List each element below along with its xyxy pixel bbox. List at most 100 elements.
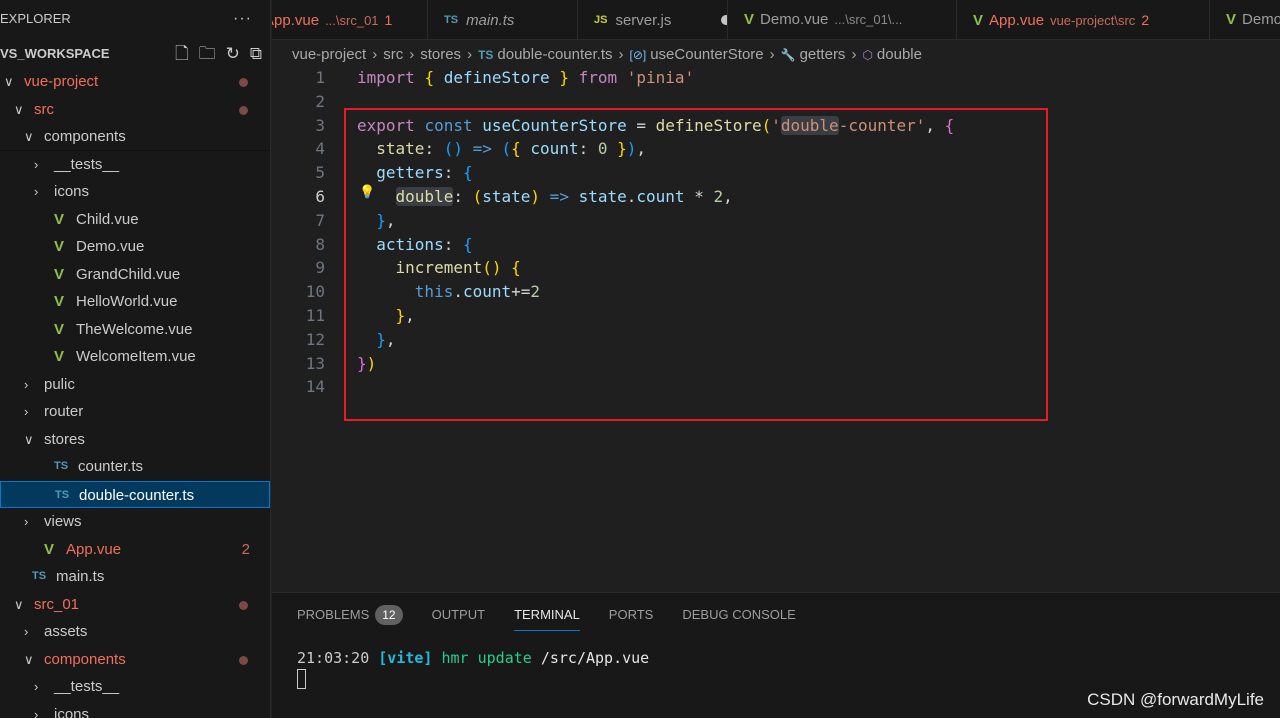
- code-editor[interactable]: 1 import { defineStore } from 'pinia' 2 3 ex…: [272, 67, 1280, 592]
- vue-file-icon: V: [54, 238, 65, 255]
- tree-item[interactable]: › icons: [0, 701, 270, 718]
- tree-item-label: HelloWorld.vue: [76, 293, 178, 310]
- refresh-icon[interactable]: ↻: [226, 40, 240, 68]
- tree-item[interactable]: › icons: [0, 178, 270, 206]
- breadcrumb-item[interactable]: 🔧 getters: [781, 46, 846, 63]
- unsaved-dot-icon[interactable]: [721, 15, 727, 25]
- breadcrumb-item[interactable]: [⊘] useCounterStore: [629, 46, 763, 63]
- panel-tab-terminal[interactable]: TERMINAL: [514, 593, 580, 637]
- code-token: ): [530, 187, 541, 206]
- code-token: ,: [385, 210, 396, 230]
- breadcrumb-separator-icon: ›: [769, 46, 775, 63]
- chevron-right-icon[interactable]: ›: [24, 371, 38, 399]
- tree-item[interactable]: › views: [0, 508, 270, 536]
- code-token: {: [511, 258, 521, 278]
- breadcrumb-label: getters: [799, 46, 846, 63]
- chevron-down-icon[interactable]: ∨: [14, 96, 28, 124]
- chevron-right-icon[interactable]: ›: [34, 673, 48, 701]
- code-token: (: [472, 187, 483, 206]
- panel-tab-problems[interactable]: PROBLEMS 12: [297, 593, 403, 637]
- chevron-right-icon[interactable]: ›: [34, 178, 48, 206]
- ts-file-icon: TS: [478, 48, 494, 62]
- tree-item[interactable]: V App.vue 2: [0, 536, 270, 564]
- code-token: this: [414, 282, 454, 302]
- editor-tabs: V App.vue ...\src_01 1 TS main.ts JS server.js V…: [272, 0, 1280, 40]
- vue-file-icon: V: [744, 11, 755, 28]
- terminal-output[interactable]: 21:03:20 [vite] hmr update /src/App.vue: [272, 647, 1280, 695]
- panel-tabs: PROBLEMS 12 OUTPUT TERMINAL PORTS DEBUG CONSO…: [272, 593, 1280, 637]
- breadcrumb-label: useCounterStore: [650, 46, 764, 63]
- tree-item[interactable]: V TheWelcome.vue: [0, 316, 270, 344]
- tree-item[interactable]: ∨ src_01: [0, 591, 270, 619]
- lightbulb-icon[interactable]: 💡: [359, 185, 375, 200]
- tree-item[interactable]: V Child.vue: [0, 206, 270, 234]
- code-token: (: [761, 115, 772, 135]
- code-token: -counter': [838, 115, 926, 135]
- modified-dot-icon: [239, 600, 248, 610]
- panel-tab-ports[interactable]: PORTS: [609, 593, 654, 637]
- explorer-sidebar: EXPLORER ··· VS_WORKSPACE 🗋 🗀 ↻ ⧉ ∨ vue-p…: [0, 0, 271, 718]
- chevron-right-icon[interactable]: ›: [24, 508, 38, 536]
- tree-item[interactable]: TS main.ts: [0, 563, 270, 591]
- breadcrumb-item[interactable]: stores: [420, 46, 461, 63]
- tab-main-ts[interactable]: TS main.ts: [428, 0, 578, 39]
- code-token: =: [626, 115, 656, 135]
- tab-app-vue[interactable]: V App.vue vue-project\src 2: [957, 0, 1210, 39]
- ts-file-icon: TS: [32, 570, 47, 582]
- tree-item[interactable]: ∨ components: [0, 646, 270, 674]
- chevron-right-icon[interactable]: ›: [24, 398, 38, 426]
- chevron-down-icon[interactable]: ∨: [14, 591, 28, 619]
- tree-item[interactable]: ∨ stores: [0, 426, 270, 454]
- tree-item-label: vue-project: [24, 73, 99, 90]
- panel-tab-output[interactable]: OUTPUT: [432, 593, 485, 637]
- tree-item[interactable]: TS counter.ts: [0, 453, 270, 481]
- tree-item-label: icons: [54, 705, 90, 718]
- code-token: }: [559, 68, 569, 87]
- tree-item[interactable]: ∨ src: [0, 95, 270, 124]
- chevron-down-icon[interactable]: ∨: [24, 426, 38, 454]
- tree-item[interactable]: › pulic: [0, 371, 270, 399]
- breadcrumb-item[interactable]: vue-project: [292, 46, 366, 63]
- chevron-down-icon[interactable]: ∨: [24, 646, 38, 674]
- tree-item-label: App.vue: [66, 540, 122, 558]
- tree-item[interactable]: V Demo.vue: [0, 233, 270, 261]
- tree-item[interactable]: › __tests__: [0, 151, 270, 179]
- tree-item[interactable]: V WelcomeItem.vue: [0, 343, 270, 371]
- line-number: 13: [305, 353, 325, 373]
- vue-file-icon: V: [54, 320, 65, 338]
- chevron-right-icon[interactable]: ›: [34, 151, 48, 179]
- tab-app-vue[interactable]: VApp.vue...\src_011: [272, 0, 428, 39]
- tab-server-js[interactable]: JS server.js: [578, 0, 728, 39]
- breadcrumb-separator-icon: ›: [851, 46, 857, 63]
- tree-item[interactable]: V GrandChild.vue: [0, 261, 270, 289]
- variable-icon: [⊘]: [629, 48, 647, 62]
- code-line: increment() {: [357, 258, 521, 277]
- tree-item[interactable]: › assets: [0, 618, 270, 646]
- chevron-right-icon[interactable]: ›: [34, 701, 48, 718]
- breadcrumb-label: double-counter.ts: [497, 46, 613, 63]
- vue-file-icon: V: [54, 348, 65, 365]
- breadcrumb-item[interactable]: src: [383, 46, 403, 63]
- more-actions-icon[interactable]: ···: [233, 0, 252, 38]
- tree-item[interactable]: › __tests__: [0, 673, 270, 701]
- collapse-all-icon[interactable]: ⧉: [250, 40, 262, 68]
- new-file-icon[interactable]: 🗋: [175, 40, 189, 68]
- vue-file-icon: V: [54, 210, 65, 228]
- chevron-right-icon[interactable]: ›: [24, 618, 38, 646]
- tab-demo-vue[interactable]: V Demo.vue ...\src_01\...: [728, 0, 957, 39]
- tree-item[interactable]: ∨ vue-project: [0, 68, 270, 96]
- code-line: import { defineStore } from 'pinia': [357, 68, 694, 87]
- breadcrumb-item[interactable]: ⬡ double: [862, 46, 922, 63]
- tree-item[interactable]: TS double-counter.ts: [0, 480, 270, 508]
- tree-item[interactable]: V HelloWorld.vue: [0, 288, 270, 316]
- tree-item[interactable]: ∨ components: [0, 123, 270, 151]
- tab-demo-vue[interactable]: V Demo.vue: [1210, 0, 1280, 39]
- workspace-header[interactable]: VS_WORKSPACE 🗋 🗀 ↻ ⧉: [0, 40, 270, 68]
- chevron-down-icon[interactable]: ∨: [24, 123, 38, 151]
- breadcrumb-item[interactable]: TS double-counter.ts: [478, 46, 612, 63]
- panel-tab-debug-console[interactable]: DEBUG CONSOLE: [682, 593, 795, 637]
- tree-item[interactable]: › router: [0, 398, 270, 426]
- new-folder-icon[interactable]: 🗀: [199, 40, 216, 68]
- chevron-down-icon[interactable]: ∨: [4, 68, 18, 96]
